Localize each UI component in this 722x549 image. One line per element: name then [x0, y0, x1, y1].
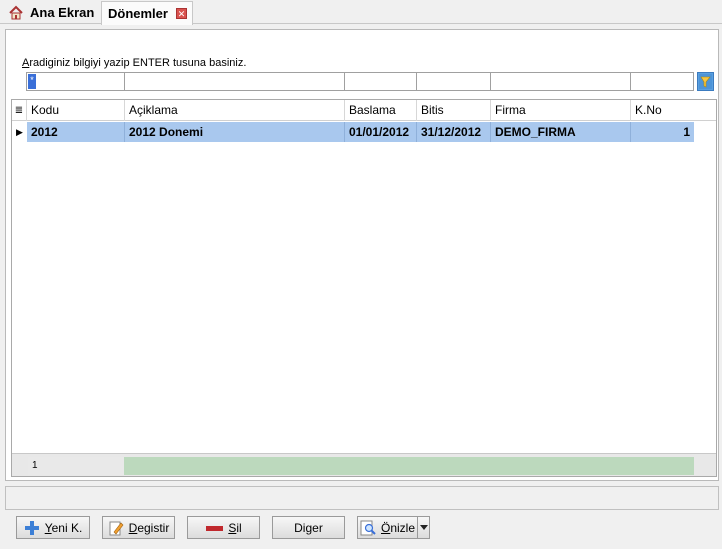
row-pointer-icon: ▶ [16, 127, 23, 137]
column-chooser-icon[interactable]: ≣ [12, 100, 27, 121]
filter-caret: * [28, 74, 36, 89]
cell-baslama[interactable]: 01/01/2012 [345, 122, 417, 142]
search-hint: Aradiginiz bilgiyi yazip ENTER tusuna ba… [22, 57, 246, 69]
filter-aciklama-input[interactable] [125, 72, 345, 91]
search-hint-text: radiginiz bilgiyi yazip ENTER tusuna bas… [29, 57, 247, 69]
filter-kodu-input[interactable]: * [26, 72, 125, 91]
yeni-button[interactable]: Yeni K. [16, 516, 90, 539]
onizle-label: Önizle [381, 521, 415, 535]
onizle-dropdown-button[interactable] [417, 516, 430, 539]
diger-button[interactable]: Diger [272, 516, 345, 539]
status-strip [5, 486, 719, 510]
minus-icon [206, 525, 224, 531]
filter-icon [699, 74, 712, 89]
table-row[interactable]: ▶ 2012 2012 Donemi 01/01/2012 31/12/2012… [12, 122, 716, 142]
tab-home-label: Ana Ekran [30, 5, 95, 20]
degistir-label: Degistir [129, 521, 170, 535]
yeni-rest: eni K. [51, 520, 83, 535]
chevron-down-icon [419, 525, 428, 530]
header-bitis[interactable]: Bitis [417, 100, 491, 121]
grid-header: ≣ Kodu Açiklama Baslama Bitis Firma K.No [12, 100, 716, 121]
header-kodu[interactable]: Kodu [27, 100, 125, 121]
filter-baslama-input[interactable] [345, 72, 417, 91]
data-grid: ≣ Kodu Açiklama Baslama Bitis Firma K.No… [11, 99, 717, 477]
preview-icon [360, 520, 376, 535]
degistir-button[interactable]: Degistir [102, 516, 175, 539]
filter-bitis-input[interactable] [417, 72, 491, 91]
header-kno[interactable]: K.No [631, 100, 694, 121]
onizle-button[interactable]: Önizle [357, 516, 417, 539]
tab-strip: Ana Ekran Dönemler ✕ [0, 0, 722, 25]
onizle-rest: nizle [390, 520, 416, 535]
close-icon[interactable]: ✕ [175, 8, 187, 19]
filter-button[interactable] [697, 72, 714, 91]
sil-rest: il [236, 520, 242, 535]
tab-donemler[interactable]: Dönemler ✕ [101, 1, 193, 25]
edit-icon [109, 521, 124, 535]
header-baslama[interactable]: Baslama [345, 100, 417, 121]
cell-bitis[interactable]: 31/12/2012 [417, 122, 491, 142]
diger-label: Diger [294, 521, 323, 535]
grid-footer: 1 [12, 453, 716, 476]
cell-firma[interactable]: DEMO_FIRMA [491, 122, 631, 142]
filter-row: * [26, 72, 694, 91]
plus-icon [24, 520, 39, 535]
yeni-label: Yeni K. [45, 521, 83, 535]
home-icon [9, 5, 23, 19]
footer-summary-bar [124, 457, 694, 475]
diger-post: er [312, 520, 323, 535]
tab-donemler-label: Dönemler [108, 6, 168, 21]
degistir-rest: egistir [137, 520, 170, 535]
cell-kodu[interactable]: 2012 [27, 122, 125, 142]
record-count: 1 [28, 457, 124, 475]
sil-button[interactable]: Sil [187, 516, 260, 539]
sil-label: Sil [228, 521, 241, 535]
diger-pre: Di [294, 520, 306, 535]
filter-kno-input[interactable] [631, 72, 694, 91]
onizle-accel: Ö [380, 520, 391, 535]
filter-firma-input[interactable] [491, 72, 631, 91]
yeni-accel: Y [44, 520, 52, 535]
cell-aciklama[interactable]: 2012 Donemi [125, 122, 345, 142]
tab-home[interactable]: Ana Ekran [2, 1, 100, 24]
header-aciklama[interactable]: Açiklama [125, 100, 345, 121]
header-firma[interactable]: Firma [491, 100, 631, 121]
cell-kno[interactable]: 1 [631, 122, 694, 142]
